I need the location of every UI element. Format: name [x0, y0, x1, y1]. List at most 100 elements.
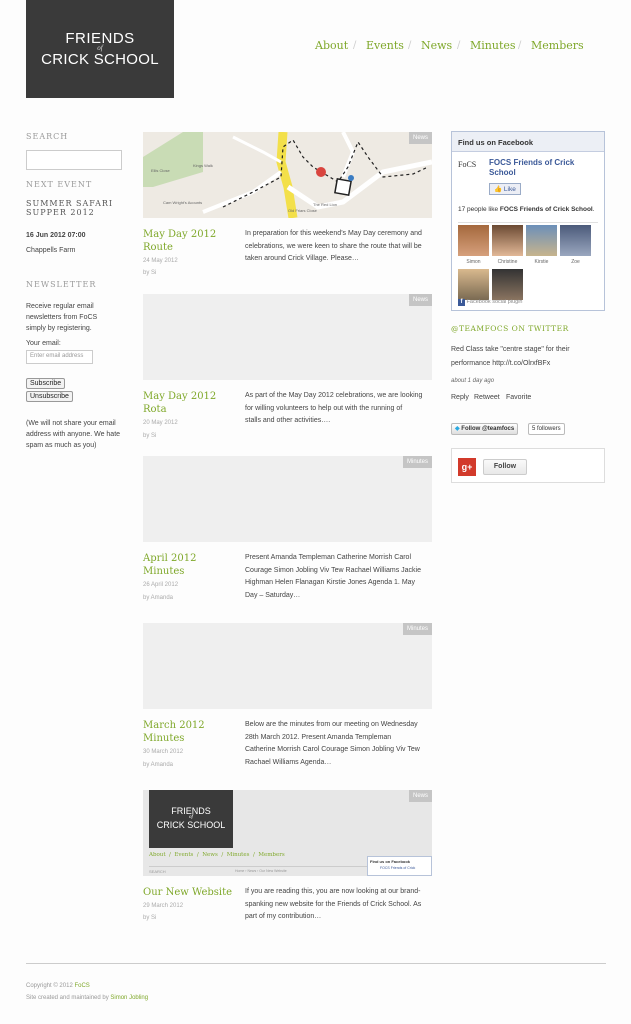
post-thumbnail[interactable]: Minutes [143, 456, 432, 542]
event-title[interactable]: SUMMER SAFARI SUPPER 2012 [26, 199, 113, 217]
avatar[interactable] [560, 225, 591, 256]
copyright-text: Copyright © 2012 [26, 983, 75, 989]
fan-name[interactable]: Zoe [560, 259, 591, 265]
nav-about[interactable]: About [315, 39, 348, 52]
tweet-text: Red Class take "centre stage" for their … [451, 343, 570, 371]
map-label: Cam Wright's Acounts [163, 200, 202, 205]
privacy-line: (We will not share your email [26, 420, 116, 427]
post-title-line: May Day 2012 [143, 229, 217, 240]
post-author[interactable]: by Amanda [143, 762, 173, 768]
tweet-retweet[interactable]: Retweet [474, 391, 500, 405]
post-title-line: March 2012 [143, 720, 205, 731]
twitter-follow-button[interactable]: ◆ Follow @teamfocs [451, 423, 519, 435]
newsletter-text-line: simply by registering. [26, 325, 92, 332]
facebook-like-count: 17 people like FOCS Friends of Crick Sch… [458, 205, 598, 214]
nav-news[interactable]: News [421, 39, 452, 52]
post-category-tag[interactable]: News [408, 294, 432, 306]
site-logo[interactable]: FRIENDS of CRICK SCHOOL [26, 0, 174, 98]
tweet-line[interactable]: performance http://t.co/OlrxfBFx [451, 357, 570, 371]
avatar[interactable] [458, 225, 489, 256]
facebook-like-button[interactable]: 👍 Like [489, 183, 521, 195]
post-title[interactable]: May Day 2012 Rota [143, 390, 238, 416]
thumbs-up-icon: 👍 [494, 186, 503, 193]
nav-events[interactable]: Events [366, 39, 404, 52]
post-thumbnail-screenshot[interactable]: FRIENDS of CRICK SCHOOL About / Events /… [143, 790, 432, 876]
avatar[interactable] [458, 269, 489, 300]
post-date: 29 March 2012 [143, 903, 184, 909]
post-excerpt-line: for willing volunteers to help out with … [245, 404, 403, 412]
like-count-suffix: . [592, 206, 595, 213]
avatar[interactable] [492, 269, 523, 300]
fan-name[interactable]: Christine [492, 259, 523, 265]
copyright-link[interactable]: FoCS [74, 983, 89, 989]
post-excerpt: As part of the May Day 2012 celebrations… [245, 390, 433, 428]
post-excerpt-line: Highman Helen Flanagan Kirstie Jones Age… [245, 579, 416, 586]
tweet-reply[interactable]: Reply [451, 391, 469, 405]
search-input[interactable] [26, 150, 122, 170]
footer-divider [26, 963, 606, 964]
twitter-heading[interactable]: @TEAMFOCS ON TWITTER [451, 324, 569, 333]
privacy-note: (We will not share your email address wi… [26, 418, 120, 451]
newsletter-heading: NEWSLETTER [26, 280, 97, 289]
post-title[interactable]: Our New Website [143, 886, 243, 899]
post-thumbnail[interactable]: News [143, 294, 432, 380]
fan-name[interactable]: Kirstie [526, 259, 557, 265]
post-title[interactable]: April 2012 Minutes [143, 552, 238, 578]
tweet-time[interactable]: about 1 day ago [451, 374, 494, 388]
email-field[interactable]: Enter email address [26, 350, 93, 364]
focs-page-logo[interactable]: FoCS [458, 160, 476, 169]
post-excerpt-line: If you are reading this, you are now loo… [245, 888, 421, 895]
unsubscribe-button[interactable]: Unsubscribe [26, 391, 73, 402]
thumb-search: SEARCH [149, 869, 166, 874]
post-title-line: Minutes [143, 566, 185, 577]
google-plus-badge: g+ Follow [451, 448, 605, 483]
nav-members[interactable]: Members [531, 39, 584, 52]
post-excerpt-line: Below are the minutes from our meeting o… [245, 721, 418, 728]
nav-separator: / [518, 40, 522, 51]
post-author[interactable]: by Si [143, 433, 156, 439]
google-plus-icon[interactable]: g+ [458, 458, 476, 476]
nav-separator: / [408, 40, 412, 51]
fan-name[interactable]: Simon [458, 259, 489, 265]
post-date: 26 April 2012 [143, 582, 179, 588]
post-author[interactable]: by Si [143, 270, 156, 276]
facebook-header[interactable]: Find us on Facebook [452, 132, 604, 152]
subscribe-button[interactable]: Subscribe [26, 378, 66, 389]
post-title-line: Our New Website [143, 887, 233, 898]
twitter-followers-count[interactable]: 5 followers [528, 423, 565, 435]
newsletter-text-line: newsletters from FoCS [26, 314, 98, 321]
fb-divider [458, 222, 598, 223]
post-author[interactable]: by Amanda [143, 595, 173, 601]
avatar[interactable] [526, 225, 557, 256]
email-label: Your email: [26, 340, 61, 347]
post-excerpt-line: Day – Saturday… [245, 591, 301, 599]
post-thumbnail[interactable]: Minutes [143, 623, 432, 709]
post-category-tag[interactable]: Minutes [402, 623, 432, 635]
thumb-nav-item: Members [258, 852, 285, 858]
post-category-tag[interactable]: Minutes [402, 456, 432, 468]
post-author[interactable]: by Si [143, 915, 156, 921]
post-title[interactable]: May Day 2012 Route [143, 228, 238, 254]
event-date: 16 Jun 2012 07:00 [26, 232, 86, 239]
gplus-follow-button[interactable]: Follow [483, 459, 527, 475]
post-title[interactable]: March 2012 Minutes [143, 719, 238, 745]
facebook-page-name[interactable]: FOCS Friends of Crick School [489, 158, 599, 178]
post-excerpt-line: In preparation for this weekend’s May Da… [245, 230, 422, 237]
post-excerpt-line: 28th March 2012. Present Amanda Templema… [245, 733, 392, 741]
twitter-bird-icon: ◆ [455, 426, 460, 432]
tweet-favorite[interactable]: Favorite [506, 391, 531, 405]
thumb-nav-item: About [149, 852, 166, 858]
thumb-nav-item: Events [174, 852, 194, 858]
credit-link[interactable]: Simon Jobling [110, 995, 148, 1001]
avatar[interactable] [492, 225, 523, 256]
facebook-plugin-label[interactable]: f Facebook social plugin [458, 299, 522, 306]
like-count-prefix: 17 people like [458, 206, 500, 213]
post-category-tag[interactable]: News [408, 790, 432, 802]
post-thumbnail-map[interactable]: Ellis Close Kings Walk Cam Wright's Acou… [143, 132, 432, 218]
map-label: Kings Walk [193, 163, 213, 168]
post-category-tag[interactable]: News [408, 132, 432, 144]
post-title-line: Minutes [143, 733, 185, 744]
nav-minutes[interactable]: Minutes [470, 39, 516, 52]
footer-credit: Site created and maintained by Simon Job… [26, 995, 148, 1001]
post-title-line: Route [143, 242, 173, 253]
